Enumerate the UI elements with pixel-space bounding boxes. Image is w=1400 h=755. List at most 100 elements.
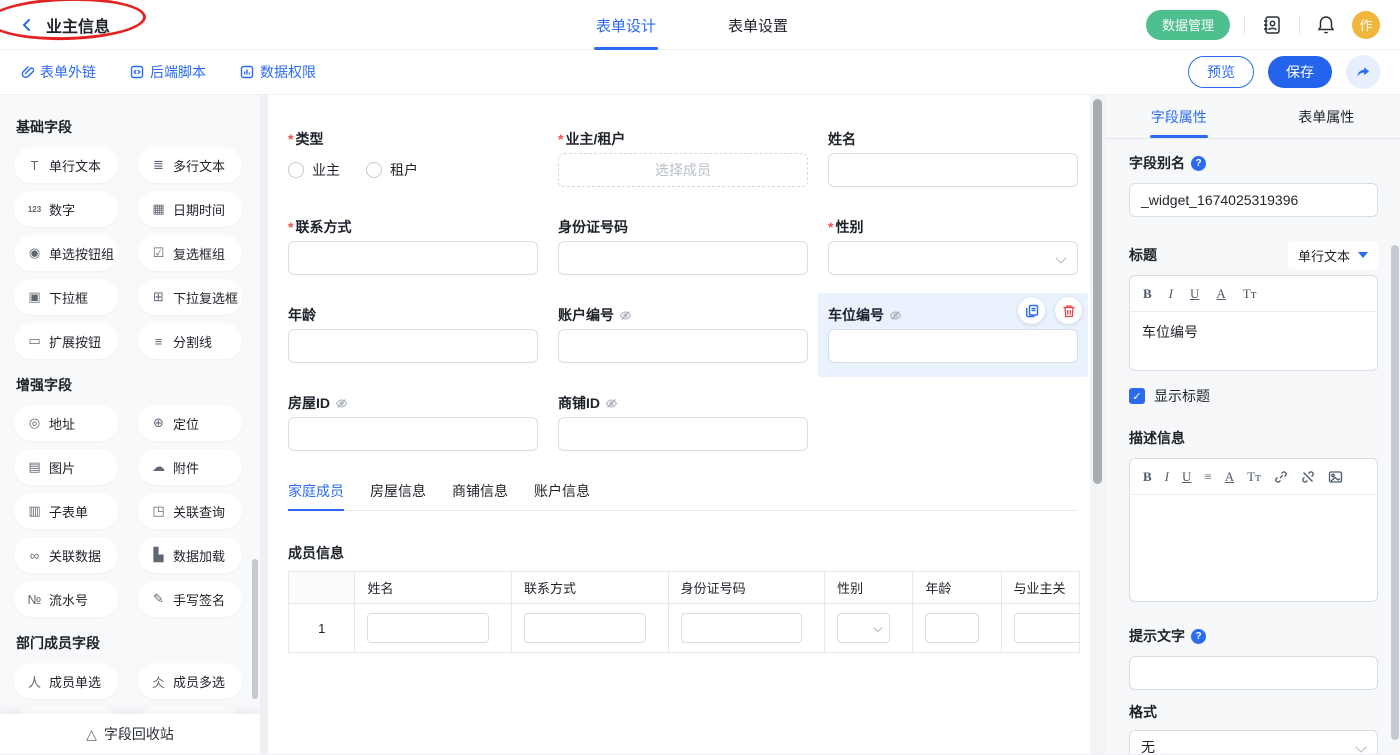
- member-picker[interactable]: 选择成员: [558, 153, 808, 187]
- tab-account-info[interactable]: 账户信息: [534, 481, 590, 510]
- copy-widget-button[interactable]: [1018, 297, 1045, 324]
- tab-form-design[interactable]: 表单设计: [596, 0, 656, 50]
- radio-option-owner[interactable]: 业主: [288, 160, 340, 180]
- contacts-icon[interactable]: [1259, 12, 1285, 38]
- field-contact[interactable]: *联系方式: [288, 217, 538, 275]
- text-input[interactable]: [288, 417, 538, 451]
- help-icon[interactable]: ?: [1191, 156, 1206, 171]
- text-input[interactable]: [558, 241, 808, 275]
- share-button[interactable]: [1346, 55, 1380, 89]
- palette-item-checkbox-group[interactable]: ☑复选框组: [138, 235, 242, 271]
- field-id-number[interactable]: 身份证号码: [558, 217, 808, 275]
- hint-input[interactable]: [1129, 656, 1378, 690]
- italic-button[interactable]: I: [1165, 469, 1169, 485]
- canvas-scrollbar[interactable]: [1090, 95, 1105, 754]
- palette-item-linked-data[interactable]: ∞关联数据: [14, 537, 118, 573]
- underline-button[interactable]: U: [1190, 286, 1199, 302]
- field-shop-id[interactable]: 商铺ID: [558, 393, 808, 451]
- italic-button[interactable]: I: [1169, 286, 1173, 302]
- format-select[interactable]: 无: [1129, 730, 1378, 754]
- cell-text-input[interactable]: [524, 613, 646, 643]
- tab-house-info[interactable]: 房屋信息: [370, 481, 426, 510]
- cell-text-input[interactable]: [925, 613, 978, 643]
- tab-shop-info[interactable]: 商铺信息: [452, 481, 508, 510]
- insert-link-icon[interactable]: [1274, 470, 1288, 484]
- align-button[interactable]: ≡: [1204, 469, 1211, 485]
- palette-item-multi-line-text[interactable]: ≣多行文本: [138, 147, 242, 183]
- data-permission-button[interactable]: 数据权限: [240, 62, 316, 82]
- font-color-button[interactable]: A: [1225, 469, 1234, 485]
- insert-image-icon[interactable]: [1328, 470, 1343, 484]
- palette-item-member-multi[interactable]: 仌成员多选: [138, 663, 242, 699]
- bold-button[interactable]: B: [1143, 286, 1152, 302]
- palette-item-subform[interactable]: ▥子表单: [14, 493, 118, 529]
- text-input[interactable]: [288, 241, 538, 275]
- field-recycle-bin[interactable]: △ 字段回收站: [0, 714, 260, 754]
- notification-bell-icon[interactable]: [1314, 12, 1338, 37]
- palette-item-single-line-text[interactable]: T单行文本: [14, 147, 118, 183]
- panel-scrollbar-thumb[interactable]: [1391, 245, 1399, 740]
- palette-item-radio-group[interactable]: ◉单选按钮组: [14, 235, 118, 271]
- font-color-button[interactable]: A: [1216, 286, 1225, 302]
- select-input[interactable]: [828, 241, 1078, 275]
- palette-item-serial-number[interactable]: №流水号: [14, 581, 118, 617]
- title-editor-content[interactable]: 车位编号: [1130, 312, 1377, 370]
- canvas-scrollbar-thumb[interactable]: [1093, 99, 1102, 484]
- backend-script-button[interactable]: 后端脚本: [130, 62, 206, 82]
- palette-item-datetime[interactable]: ▦日期时间: [138, 191, 242, 227]
- save-button[interactable]: 保存: [1268, 56, 1332, 88]
- palette-item-dropdown[interactable]: ▣下拉框: [14, 279, 118, 315]
- checkbox-checked-icon[interactable]: ✓: [1129, 388, 1145, 404]
- text-input[interactable]: [828, 329, 1078, 363]
- tab-family-members[interactable]: 家庭成员: [288, 481, 344, 510]
- cell-text-input[interactable]: [1014, 613, 1080, 643]
- remove-link-icon[interactable]: [1301, 470, 1315, 484]
- palette-item-number[interactable]: 123数字: [14, 191, 118, 227]
- field-account-number[interactable]: 账户编号: [558, 305, 808, 363]
- delete-widget-button[interactable]: [1055, 297, 1082, 324]
- palette-item-attachment[interactable]: ☁附件: [138, 449, 242, 485]
- palette-item-divider-line[interactable]: ≡分割线: [138, 323, 242, 359]
- bold-button[interactable]: B: [1143, 469, 1152, 485]
- palette-item-image[interactable]: ▤图片: [14, 449, 118, 485]
- palette-item-linked-query[interactable]: ◳关联查询: [138, 493, 242, 529]
- palette-item-address[interactable]: ◎地址: [14, 405, 118, 441]
- palette-item-extend-button[interactable]: ▭扩展按钮: [14, 323, 118, 359]
- back-button[interactable]: [18, 16, 36, 34]
- field-owner-tenant[interactable]: *业主/租户 选择成员: [558, 129, 808, 187]
- cell-text-input[interactable]: [367, 613, 489, 643]
- show-title-checkbox-row[interactable]: ✓ 显示标题: [1129, 386, 1378, 406]
- radio-option-tenant[interactable]: 租户: [366, 160, 418, 180]
- text-input[interactable]: [558, 329, 808, 363]
- tab-field-properties[interactable]: 字段属性: [1105, 95, 1253, 138]
- field-house-id[interactable]: 房屋ID: [288, 393, 538, 451]
- external-link-button[interactable]: 表单外链: [20, 62, 96, 82]
- desc-editor-content[interactable]: [1130, 495, 1377, 601]
- text-input[interactable]: [288, 329, 538, 363]
- font-size-button[interactable]: Tт: [1247, 469, 1261, 485]
- field-parking-number-selected[interactable]: 车位编号: [828, 305, 1078, 363]
- field-age[interactable]: 年龄: [288, 305, 538, 363]
- palette-item-multi-dropdown[interactable]: ⊞下拉复选框: [138, 279, 242, 315]
- text-input[interactable]: [558, 417, 808, 451]
- palette-item-data-load[interactable]: ▙数据加载: [138, 537, 242, 573]
- field-gender[interactable]: *性别: [828, 217, 1078, 275]
- field-type[interactable]: *类型 业主 租户: [288, 129, 538, 187]
- field-name[interactable]: 姓名: [828, 129, 1078, 187]
- palette-item-signature[interactable]: ✎手写签名: [138, 581, 242, 617]
- font-size-button[interactable]: Tт: [1243, 286, 1257, 302]
- underline-button[interactable]: U: [1182, 469, 1191, 485]
- cell-text-input[interactable]: [681, 613, 803, 643]
- widget-type-dropdown[interactable]: 单行文本: [1288, 241, 1378, 269]
- cell-select-input[interactable]: [837, 613, 890, 643]
- palette-item-location[interactable]: ⊕定位: [138, 405, 242, 441]
- sidebar-scrollbar-thumb[interactable]: [252, 559, 258, 699]
- help-icon[interactable]: ?: [1191, 629, 1206, 644]
- tab-form-properties[interactable]: 表单属性: [1253, 95, 1400, 138]
- palette-item-member-single[interactable]: 人成员单选: [14, 663, 118, 699]
- preview-button[interactable]: 预览: [1188, 56, 1254, 88]
- text-input[interactable]: [828, 153, 1078, 187]
- tab-form-settings[interactable]: 表单设置: [728, 0, 788, 50]
- alias-input[interactable]: _widget_1674025319396: [1129, 183, 1378, 217]
- user-avatar[interactable]: 作: [1352, 11, 1380, 39]
